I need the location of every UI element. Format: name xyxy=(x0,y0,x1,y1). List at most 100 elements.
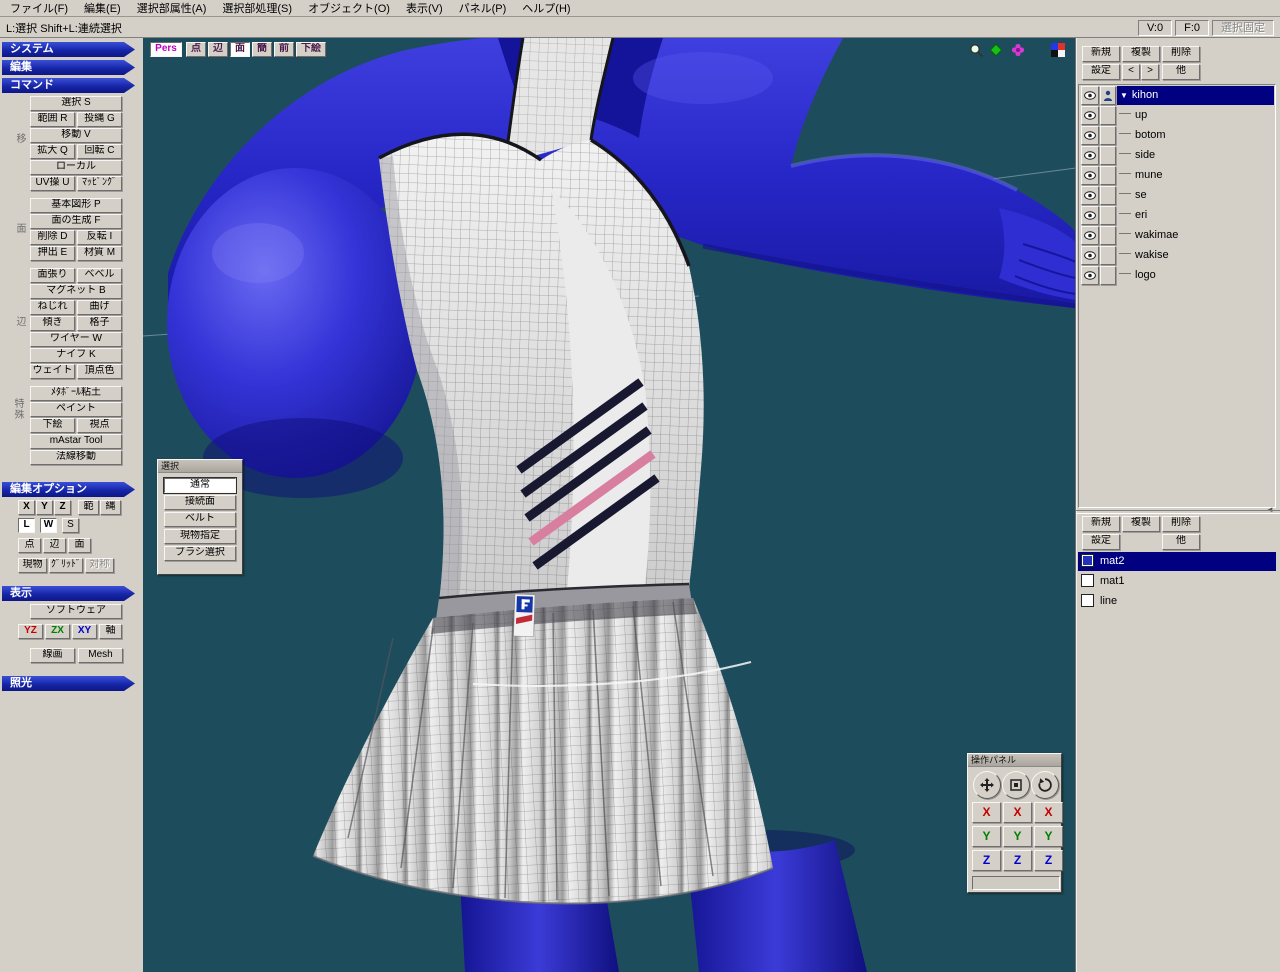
menu-panel[interactable]: パネル(P) xyxy=(451,0,515,17)
axis-flower-icon[interactable] xyxy=(1010,42,1026,58)
cmd-material-button[interactable]: 材質 M xyxy=(77,246,122,261)
material-settings-button[interactable]: 設定 xyxy=(1082,534,1120,550)
cmd-face-fill-button[interactable]: 面張り xyxy=(30,268,75,283)
menu-help[interactable]: ヘルプ(H) xyxy=(514,0,578,17)
vp-front-button[interactable]: 前 xyxy=(274,42,294,57)
material-swatch[interactable] xyxy=(1081,574,1094,587)
select-brush-button[interactable]: ブラシ選択 xyxy=(164,546,236,561)
section-system[interactable]: システム xyxy=(2,42,135,57)
object-item-wakimae[interactable]: wakimae xyxy=(1117,226,1274,245)
object-type-cell[interactable] xyxy=(1100,186,1116,205)
object-item-botom[interactable]: botom xyxy=(1117,126,1274,145)
vp-underlay-button[interactable]: 下絵 xyxy=(296,42,326,57)
section-edit[interactable]: 編集 xyxy=(2,60,135,75)
cmd-scale-button[interactable]: 拡大 Q xyxy=(30,144,75,159)
op-z2-button[interactable]: Z xyxy=(1003,850,1032,871)
cmd-make-face-button[interactable]: 面の生成 F xyxy=(30,214,122,229)
object-prev-button[interactable]: < xyxy=(1122,64,1140,80)
cmd-extrude-button[interactable]: 押出 E xyxy=(30,246,75,261)
disp-line-button[interactable]: 線画 xyxy=(30,648,75,663)
select-current-button[interactable]: 現物指定 xyxy=(164,529,236,544)
cmd-uv-button[interactable]: UV操 U xyxy=(30,176,75,191)
vp-point-button[interactable]: 点 xyxy=(186,42,206,57)
operation-panel-title[interactable]: 操作パネル xyxy=(968,754,1061,767)
cmd-knife-button[interactable]: ナイフ K xyxy=(30,348,122,363)
select-connected-button[interactable]: 接続面 xyxy=(164,495,236,510)
material-swatch[interactable] xyxy=(1081,554,1094,567)
material-item-mat2[interactable]: mat2 xyxy=(1078,552,1276,571)
opt-z-toggle[interactable]: Z xyxy=(54,500,71,515)
pan-tool-button[interactable] xyxy=(973,771,1001,799)
visibility-eye-icon[interactable] xyxy=(1081,246,1099,265)
opt-w-toggle[interactable]: W xyxy=(40,518,57,533)
opt-x-toggle[interactable]: X xyxy=(18,500,35,515)
cmd-wire-button[interactable]: ワイヤー W xyxy=(30,332,122,347)
visibility-eye-icon[interactable] xyxy=(1081,146,1099,165)
cmd-viewpoint-button[interactable]: 視点 xyxy=(77,418,122,433)
cmd-select-button[interactable]: 選択 S xyxy=(30,96,122,111)
object-item-se[interactable]: se xyxy=(1117,186,1274,205)
section-command[interactable]: コマンド xyxy=(2,78,135,93)
op-y1-button[interactable]: Y xyxy=(972,826,1001,847)
color-palette-icon[interactable] xyxy=(1050,42,1066,58)
visibility-eye-icon[interactable] xyxy=(1081,206,1099,225)
object-item-up[interactable]: up xyxy=(1117,106,1274,125)
cmd-underlay-button[interactable]: 下絵 xyxy=(30,418,75,433)
object-type-cell[interactable] xyxy=(1100,226,1116,245)
cmd-bend-button[interactable]: 曲げ xyxy=(77,300,122,315)
visibility-eye-icon[interactable] xyxy=(1081,126,1099,145)
opt-edge-toggle[interactable]: 辺 xyxy=(43,538,66,553)
cmd-twist-button[interactable]: ねじれ xyxy=(30,300,75,315)
cmd-mapping-button[interactable]: ﾏｯﾋﾟﾝｸﾞ xyxy=(77,176,122,191)
cmd-normal-move-button[interactable]: 法線移動 xyxy=(30,450,122,465)
disp-axis-button[interactable]: 軸 xyxy=(99,624,122,639)
section-display[interactable]: 表示 xyxy=(2,586,135,601)
cmd-magnet-button[interactable]: マグネット B xyxy=(30,284,122,299)
cmd-bevel-button[interactable]: ベベル xyxy=(77,268,122,283)
cmd-local-button[interactable]: ローカル xyxy=(30,160,122,175)
material-delete-button[interactable]: 削除 xyxy=(1162,516,1200,532)
cmd-lattice-button[interactable]: 格子 xyxy=(77,316,122,331)
disp-xy-button[interactable]: XY xyxy=(72,624,97,639)
material-other-button[interactable]: 他 xyxy=(1162,534,1200,550)
menu-file[interactable]: ファイル(F) xyxy=(2,0,76,17)
op-z1-button[interactable]: Z xyxy=(972,850,1001,871)
material-swatch[interactable] xyxy=(1081,594,1094,607)
selection-panel-title[interactable]: 選択 xyxy=(158,460,242,473)
cmd-invert-button[interactable]: 反転 I xyxy=(77,230,122,245)
object-item-logo[interactable]: logo xyxy=(1117,266,1274,285)
object-type-cell[interactable] xyxy=(1100,266,1116,285)
opt-y-toggle[interactable]: Y xyxy=(36,500,53,515)
opt-range-toggle[interactable]: 範 xyxy=(78,500,99,515)
visibility-eye-icon[interactable] xyxy=(1081,106,1099,125)
cmd-primitive-button[interactable]: 基本図形 P xyxy=(30,198,122,213)
cmd-weight-button[interactable]: ウェイト xyxy=(30,364,75,379)
material-duplicate-button[interactable]: 複製 xyxy=(1122,516,1160,532)
fit-view-icon[interactable] xyxy=(988,42,1004,58)
material-item-line[interactable]: line xyxy=(1078,592,1276,611)
object-type-cell[interactable] xyxy=(1100,146,1116,165)
object-item-eri[interactable]: eri xyxy=(1117,206,1274,225)
op-y2-button[interactable]: Y xyxy=(1003,826,1032,847)
section-edit-options[interactable]: 編集オプション xyxy=(2,482,135,497)
disp-yz-button[interactable]: YZ xyxy=(18,624,43,639)
visibility-eye-icon[interactable] xyxy=(1081,86,1099,105)
cmd-paint-button[interactable]: ペイント xyxy=(30,402,122,417)
scale-tool-button[interactable] xyxy=(1002,771,1030,799)
menu-view[interactable]: 表示(V) xyxy=(398,0,451,17)
disp-software-button[interactable]: ソフトウェア xyxy=(30,604,122,619)
opt-face-toggle[interactable]: 面 xyxy=(68,538,91,553)
menu-object[interactable]: オブジェクト(O) xyxy=(300,0,398,17)
cmd-range-button[interactable]: 範囲 R xyxy=(30,112,75,127)
object-item-wakise[interactable]: wakise xyxy=(1117,246,1274,265)
visibility-eye-icon[interactable] xyxy=(1081,186,1099,205)
cmd-lasso-button[interactable]: 投縄 G xyxy=(77,112,122,127)
opt-point-toggle[interactable]: 点 xyxy=(18,538,41,553)
object-type-icon[interactable] xyxy=(1100,86,1116,105)
cmd-move-button[interactable]: 移動 V xyxy=(30,128,122,143)
op-x1-button[interactable]: X xyxy=(972,802,1001,823)
op-y3-button[interactable]: Y xyxy=(1034,826,1063,847)
menu-selection-proc[interactable]: 選択部処理(S) xyxy=(214,0,300,17)
object-settings-button[interactable]: 設定 xyxy=(1082,64,1120,80)
object-item-mune[interactable]: mune xyxy=(1117,166,1274,185)
